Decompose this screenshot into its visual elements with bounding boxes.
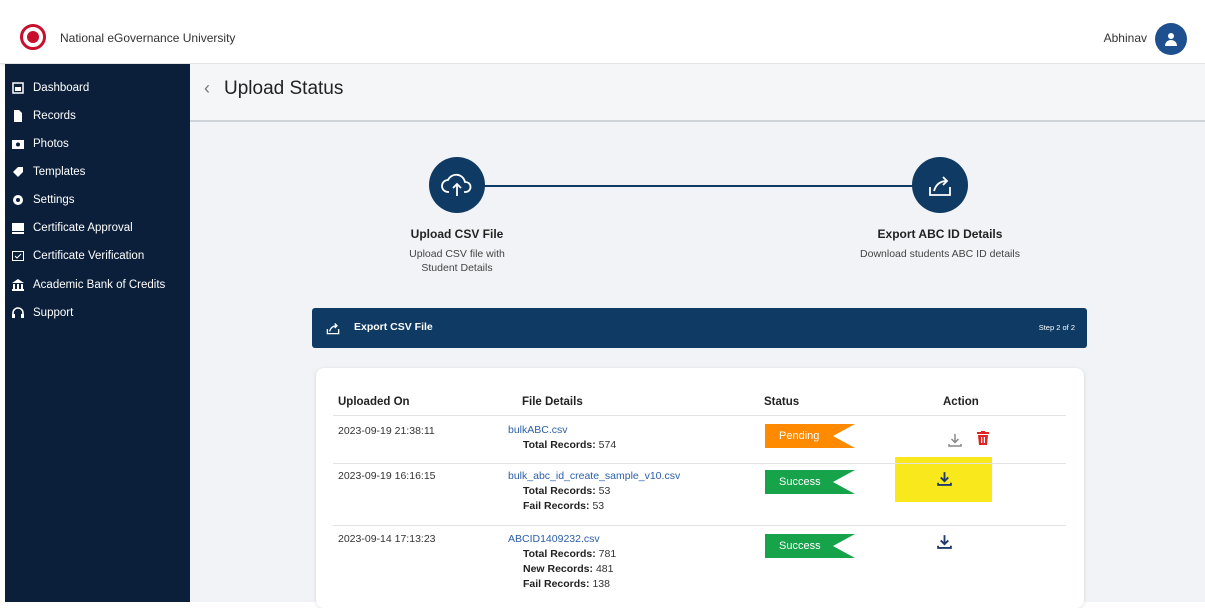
sidebar-item-photos[interactable]: Photos bbox=[5, 132, 190, 156]
verification-icon bbox=[12, 250, 24, 262]
uploaded-on: 2023-09-19 21:38:11 bbox=[338, 425, 435, 437]
sidebar-item-label: Photos bbox=[33, 138, 69, 150]
file-icon bbox=[12, 110, 24, 122]
page-header: ‹ Upload Status bbox=[190, 64, 1205, 122]
sidebar-item-records[interactable]: Records bbox=[5, 104, 190, 128]
column-header: File Details bbox=[522, 396, 583, 408]
export-share-icon bbox=[326, 323, 340, 335]
user-avatar-icon[interactable] bbox=[1155, 23, 1187, 55]
sidebar-item-academic-bank-of-credits[interactable]: Academic Bank of Credits bbox=[5, 273, 190, 297]
sidebar-item-label: Certificate Verification bbox=[33, 250, 145, 262]
cloud-upload-icon bbox=[429, 157, 485, 213]
top-header: National eGovernance University Abhinav bbox=[0, 14, 1205, 64]
file-link[interactable]: ABCID1409232.csv bbox=[508, 532, 616, 547]
sidebar-item-label: Dashboard bbox=[33, 82, 90, 94]
divider bbox=[333, 525, 1066, 526]
file-details: bulkABC.csv Total Records: 574 bbox=[508, 423, 617, 451]
sidebar-item-dashboard[interactable]: Dashboard bbox=[5, 76, 190, 100]
gear-icon bbox=[12, 194, 24, 206]
step-description: Upload CSV file with Student Details bbox=[409, 248, 505, 274]
sidebar-item-label: Templates bbox=[33, 166, 86, 178]
photos-icon bbox=[12, 138, 24, 150]
file-link[interactable]: bulk_abc_id_create_sample_v10.csv bbox=[508, 469, 680, 484]
column-header: Status bbox=[764, 396, 800, 408]
sidebar-item-settings[interactable]: Settings bbox=[5, 188, 190, 212]
divider bbox=[333, 415, 1066, 416]
delete-trash-icon[interactable] bbox=[974, 429, 992, 447]
step-indicator: Step 2 of 2 bbox=[1038, 323, 1075, 332]
approval-icon bbox=[12, 222, 24, 234]
sidebar-item-label: Support bbox=[33, 307, 74, 319]
export-csv-banner: Export CSV File Step 2 of 2 bbox=[312, 308, 1087, 348]
status-badge: Pending bbox=[765, 424, 855, 448]
page-title: Upload Status bbox=[224, 78, 344, 99]
sidebar-item-support[interactable]: Support bbox=[5, 301, 190, 325]
sidebar: Dashboard Records Photos Templates Setti… bbox=[5, 64, 190, 602]
banner-title: Export CSV File bbox=[354, 321, 433, 333]
column-header: Action bbox=[943, 396, 979, 408]
download-icon[interactable] bbox=[935, 469, 953, 487]
column-header: Uploaded On bbox=[338, 396, 410, 408]
download-icon[interactable] bbox=[946, 431, 964, 449]
file-details: bulk_abc_id_create_sample_v10.csv Total … bbox=[508, 469, 681, 512]
divider bbox=[333, 463, 1066, 464]
upload-history-table: Uploaded On File Details Status Action 2… bbox=[316, 368, 1084, 608]
sidebar-item-certificate-approval[interactable]: Certificate Approval bbox=[5, 216, 190, 240]
sidebar-item-label: Records bbox=[33, 110, 76, 122]
tag-icon bbox=[12, 166, 24, 178]
headset-icon bbox=[12, 307, 24, 319]
file-link[interactable]: bulkABC.csv bbox=[508, 423, 616, 438]
sidebar-item-certificate-verification[interactable]: Certificate Verification bbox=[5, 244, 190, 268]
dashboard-icon bbox=[12, 82, 24, 94]
sidebar-item-label: Settings bbox=[33, 194, 75, 206]
stepper-connector bbox=[468, 185, 928, 187]
download-icon[interactable] bbox=[935, 532, 953, 550]
export-share-icon bbox=[912, 157, 968, 213]
status-badge: Success bbox=[765, 470, 855, 494]
sidebar-item-label: Certificate Approval bbox=[33, 222, 133, 234]
step-title: Upload CSV File bbox=[410, 227, 504, 241]
bank-icon bbox=[12, 279, 24, 291]
sidebar-item-templates[interactable]: Templates bbox=[5, 160, 190, 184]
step-description: Download students ABC ID details bbox=[860, 248, 1020, 260]
step-title: Export ABC ID Details bbox=[877, 227, 1003, 241]
status-badge: Success bbox=[765, 534, 855, 558]
brand-name: National eGovernance University bbox=[60, 31, 236, 45]
uploaded-on: 2023-09-19 16:16:15 bbox=[338, 470, 436, 482]
user-name[interactable]: Abhinav bbox=[1104, 31, 1147, 45]
sidebar-item-label: Academic Bank of Credits bbox=[33, 279, 166, 291]
back-chevron-icon[interactable]: ‹ bbox=[204, 78, 210, 99]
uploaded-on: 2023-09-14 17:13:23 bbox=[338, 533, 436, 545]
university-logo[interactable] bbox=[20, 24, 46, 50]
file-details: ABCID1409232.csv Total Records: 781 New … bbox=[508, 532, 617, 590]
main-content: ‹ Upload Status Upload CSV File Upload C… bbox=[190, 64, 1205, 608]
